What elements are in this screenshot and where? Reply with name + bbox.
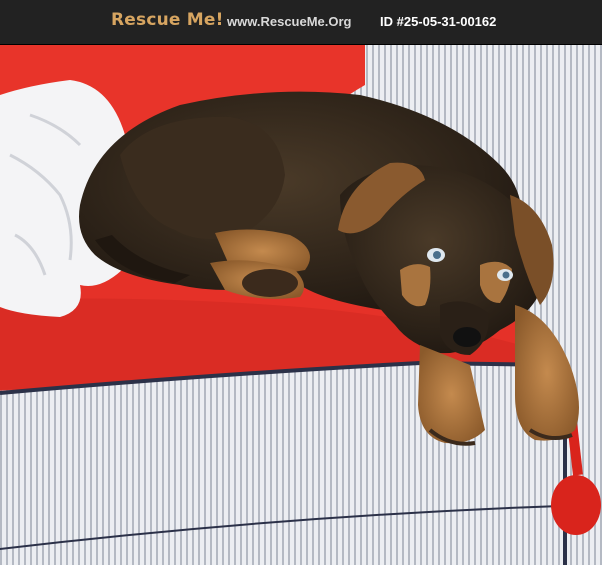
pet-id-label: ID #25-05-31-00162 — [380, 14, 497, 29]
site-header: Rescue Me! www.RescueMe.Org ID #25-05-31… — [0, 0, 602, 44]
dog-photo — [0, 44, 602, 565]
site-url-link[interactable]: www.RescueMe.Org — [227, 14, 352, 29]
rescue-me-logo[interactable]: Rescue Me! — [111, 10, 224, 30]
dog-photo-illustration — [0, 45, 602, 565]
